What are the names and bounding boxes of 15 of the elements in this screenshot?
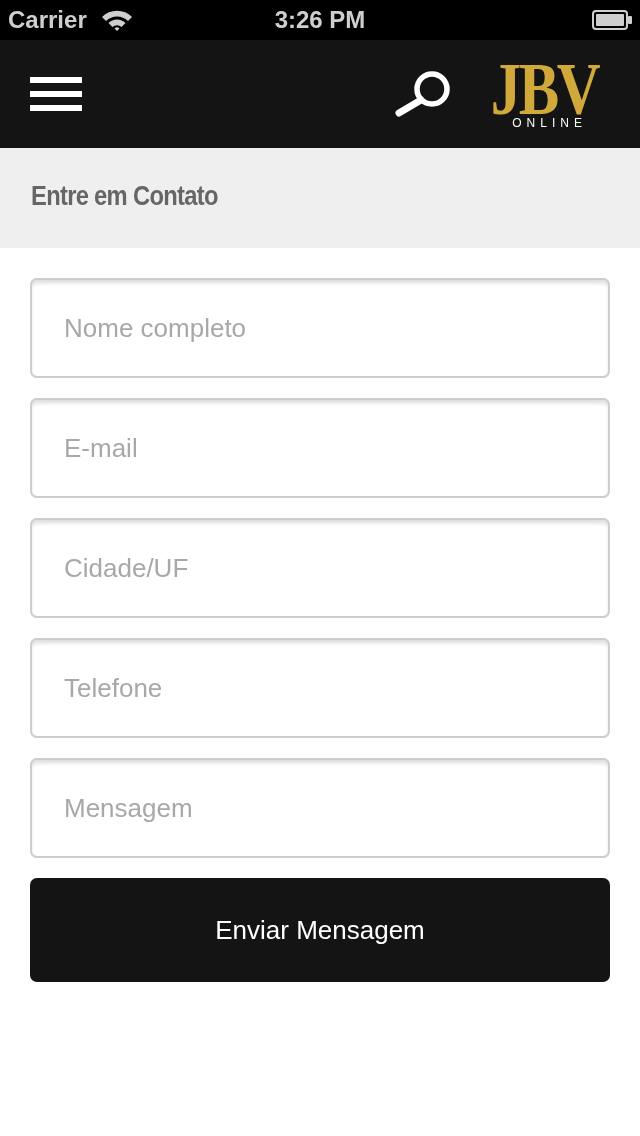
- input-field[interactable]: Mensagem: [30, 758, 610, 858]
- logo-tagline: ONLINE: [512, 116, 587, 130]
- input-field[interactable]: Cidade/UF: [30, 518, 610, 618]
- menu-icon[interactable]: [30, 77, 82, 111]
- input-field[interactable]: Telefone: [30, 638, 610, 738]
- submit-button[interactable]: Enviar Mensagem: [30, 878, 610, 982]
- search-icon[interactable]: [395, 71, 452, 117]
- status-time: 3:26 PM: [274, 6, 366, 34]
- logo-wordmark: JBV: [490, 60, 599, 117]
- input-field[interactable]: E-mail: [30, 398, 610, 498]
- page-title: Entre em Contato: [31, 180, 218, 212]
- carrier-name: Carrier: [8, 6, 87, 34]
- battery-icon: [592, 10, 632, 30]
- wifi-icon: [100, 9, 133, 31]
- input-field[interactable]: Nome completo: [30, 278, 610, 378]
